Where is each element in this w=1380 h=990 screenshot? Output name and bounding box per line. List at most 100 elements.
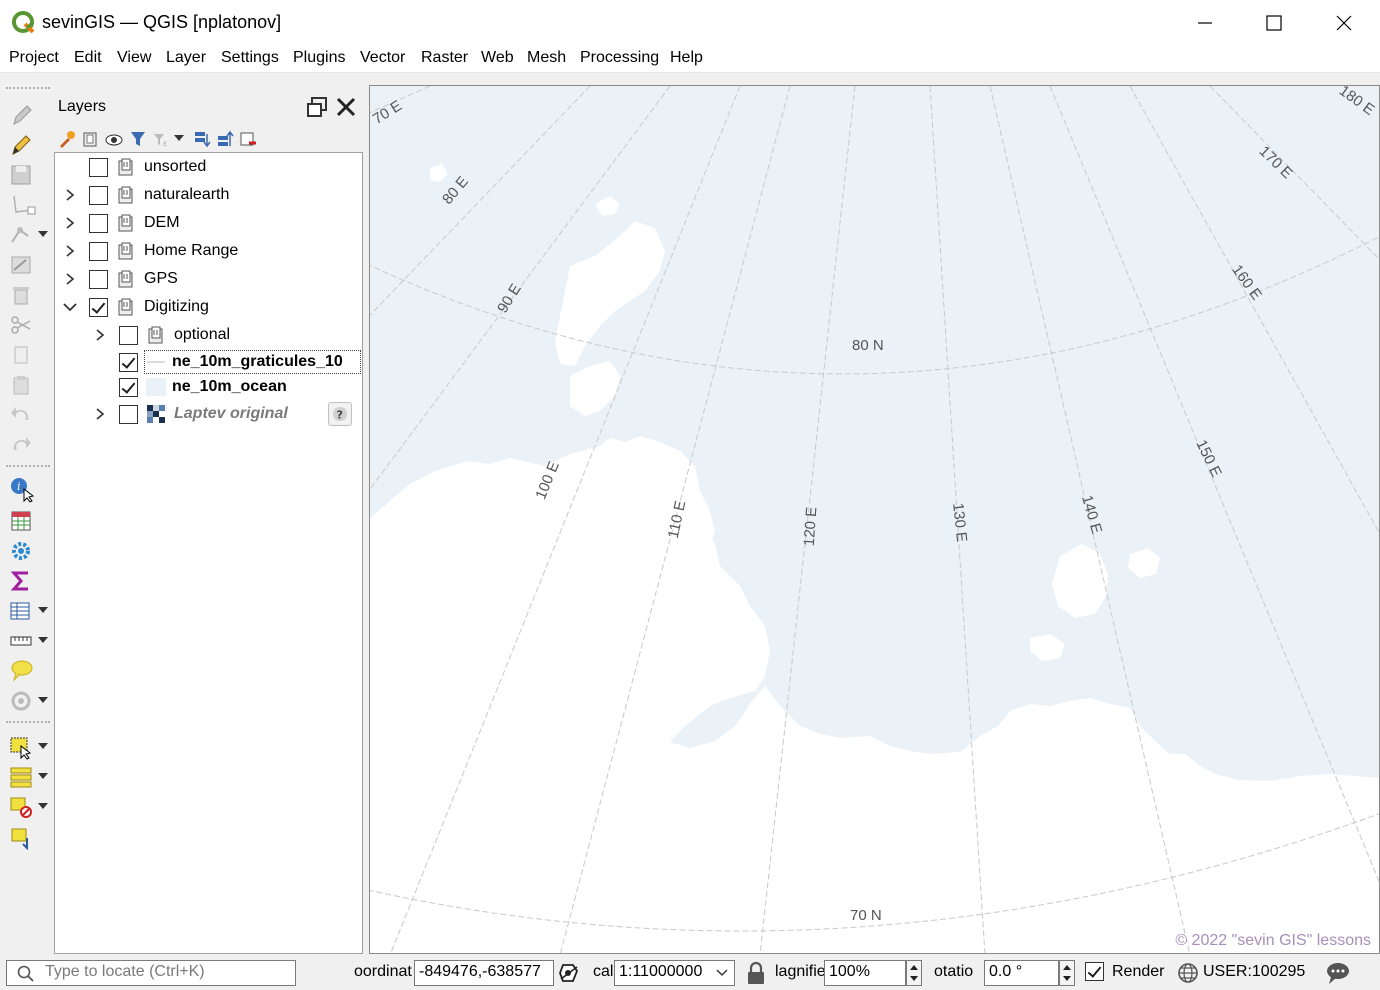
layer-tree-item-unsorted[interactable]: unsorted <box>55 154 361 180</box>
map-canvas[interactable]: 70 E 80 E 90 E 100 E 110 E 120 E 130 E 1… <box>369 85 1380 954</box>
select-features-button[interactable] <box>8 733 48 761</box>
layer-visibility-checkbox[interactable] <box>119 326 138 345</box>
menu-plugins[interactable]: Plugins <box>293 49 345 67</box>
layer-tree-item-naturalearth[interactable]: naturalearth <box>55 182 361 208</box>
expand-arrow-icon[interactable] <box>65 245 75 257</box>
layer-tree-label: Digitizing <box>144 298 209 315</box>
float-panel-icon[interactable] <box>306 96 328 118</box>
measure-line-button[interactable] <box>8 627 48 655</box>
minimize-button[interactable] <box>1170 0 1240 45</box>
menu-processing[interactable]: Processing <box>580 49 659 67</box>
statistical-summary-button[interactable] <box>8 567 48 595</box>
crs-label[interactable]: USER:100295 <box>1203 963 1305 981</box>
close-panel-icon[interactable] <box>335 96 357 118</box>
digitize-button[interactable] <box>8 191 48 219</box>
save-edits-button[interactable] <box>8 161 48 189</box>
layer-tree-item-laptev-original[interactable]: Laptev original ? <box>55 401 361 427</box>
vertex-tool-button[interactable] <box>8 221 48 249</box>
lock-icon[interactable] <box>745 961 767 985</box>
delete-selected-button[interactable] <box>8 281 48 309</box>
layer-tree-item-home-range[interactable]: Home Range <box>55 238 361 264</box>
layer-tree-item-digitizing[interactable]: Digitizing <box>55 294 361 320</box>
layer-visibility-checkbox[interactable] <box>89 158 108 177</box>
close-button[interactable] <box>1309 0 1379 45</box>
collapse-arrow-icon[interactable] <box>63 301 77 313</box>
magnifier-field[interactable]: 100% <box>824 960 906 986</box>
undo-button[interactable] <box>8 401 48 429</box>
redo-button[interactable] <box>8 431 48 459</box>
menu-project[interactable]: Project <box>9 49 59 67</box>
close-icon <box>1336 15 1352 30</box>
menu-settings[interactable]: Settings <box>221 49 279 67</box>
menu-view[interactable]: View <box>117 49 151 67</box>
current-edits-button[interactable] <box>8 101 48 129</box>
paste-features-button[interactable] <box>8 371 48 399</box>
select-by-location-button[interactable] <box>8 823 48 851</box>
filter-expression-icon[interactable]: ε <box>152 130 170 148</box>
extents-toggle-icon[interactable] <box>557 961 581 985</box>
menu-layer[interactable]: Layer <box>166 49 206 67</box>
coordinate-value: -849476,-638577 <box>419 963 541 980</box>
eye-visibility-icon[interactable] <box>104 130 124 148</box>
scale-dropdown[interactable]: 1:11000000 <box>614 960 735 986</box>
cut-features-button[interactable] <box>8 311 48 339</box>
rotation-spinner[interactable] <box>1059 960 1075 986</box>
layer-visibility-checkbox[interactable] <box>89 242 108 261</box>
magnifier-spinner[interactable] <box>906 960 922 986</box>
menu-web[interactable]: Web <box>481 49 514 67</box>
expand-arrow-icon[interactable] <box>95 408 105 420</box>
deselect-features-button[interactable] <box>8 793 48 821</box>
attribute-table-button[interactable] <box>8 507 48 535</box>
svg-text:?: ? <box>337 409 343 422</box>
layer-visibility-checkbox[interactable] <box>119 378 138 397</box>
chevron-down-icon <box>38 773 48 779</box>
scissors-icon <box>11 316 31 334</box>
copy-features-button[interactable] <box>8 341 48 369</box>
layer-tree-item-gps[interactable]: GPS <box>55 266 361 292</box>
add-group-icon[interactable] <box>81 130 99 148</box>
temporal-controller-button[interactable] <box>8 687 48 715</box>
processing-toolbox-button[interactable] <box>8 537 48 565</box>
modify-attributes-button[interactable] <box>8 251 48 279</box>
layer-visibility-checkbox[interactable] <box>89 186 108 205</box>
toggle-editing-button[interactable] <box>8 131 48 159</box>
render-checkbox[interactable] <box>1085 962 1104 981</box>
polygon-layer-icon <box>146 378 166 396</box>
layer-visibility-checkbox[interactable] <box>89 270 108 289</box>
layer-tree-item-dem[interactable]: DEM <box>55 210 361 236</box>
layer-visibility-checkbox[interactable] <box>89 298 108 317</box>
menu-help[interactable]: Help <box>670 49 703 67</box>
remove-layer-icon[interactable] <box>239 130 257 148</box>
expand-arrow-icon[interactable] <box>65 217 75 229</box>
layer-tree-label: Home Range <box>144 242 239 259</box>
coordinate-field[interactable]: -849476,-638577 <box>414 960 554 986</box>
menu-vector[interactable]: Vector <box>360 49 405 67</box>
messages-icon[interactable] <box>1325 961 1351 985</box>
chevron-down-icon[interactable] <box>174 135 184 141</box>
maximize-button[interactable] <box>1239 0 1309 45</box>
rotation-field[interactable]: 0.0 ° <box>984 960 1059 986</box>
locator-search-input[interactable]: Type to locate (Ctrl+K) <box>6 960 296 986</box>
style-manager-icon[interactable] <box>58 130 76 148</box>
layer-tree-item-graticules[interactable]: ne_10m_graticules_10 <box>55 349 361 375</box>
expand-all-icon[interactable] <box>193 130 211 148</box>
map-tips-button[interactable] <box>8 657 48 685</box>
layer-visibility-checkbox[interactable] <box>119 353 138 372</box>
expand-arrow-icon[interactable] <box>95 329 105 341</box>
open-table-button[interactable] <box>8 597 48 625</box>
layer-tree-item-ocean[interactable]: ne_10m_ocean <box>55 374 361 400</box>
select-by-expression-button[interactable] <box>8 763 48 791</box>
expand-arrow-icon[interactable] <box>65 189 75 201</box>
globe-crs-icon[interactable] <box>1177 962 1199 984</box>
menu-mesh[interactable]: Mesh <box>527 49 566 67</box>
filter-icon[interactable] <box>129 130 147 148</box>
unavailable-layer-button[interactable]: ? <box>328 402 352 426</box>
menu-edit[interactable]: Edit <box>74 49 102 67</box>
collapse-all-icon[interactable] <box>216 130 234 148</box>
expand-arrow-icon[interactable] <box>65 273 75 285</box>
layer-visibility-checkbox[interactable] <box>119 405 138 424</box>
menu-raster[interactable]: Raster <box>421 49 468 67</box>
layer-visibility-checkbox[interactable] <box>89 214 108 233</box>
layer-tree-item-optional[interactable]: optional <box>55 322 361 348</box>
identify-features-button[interactable]: i <box>8 475 48 503</box>
